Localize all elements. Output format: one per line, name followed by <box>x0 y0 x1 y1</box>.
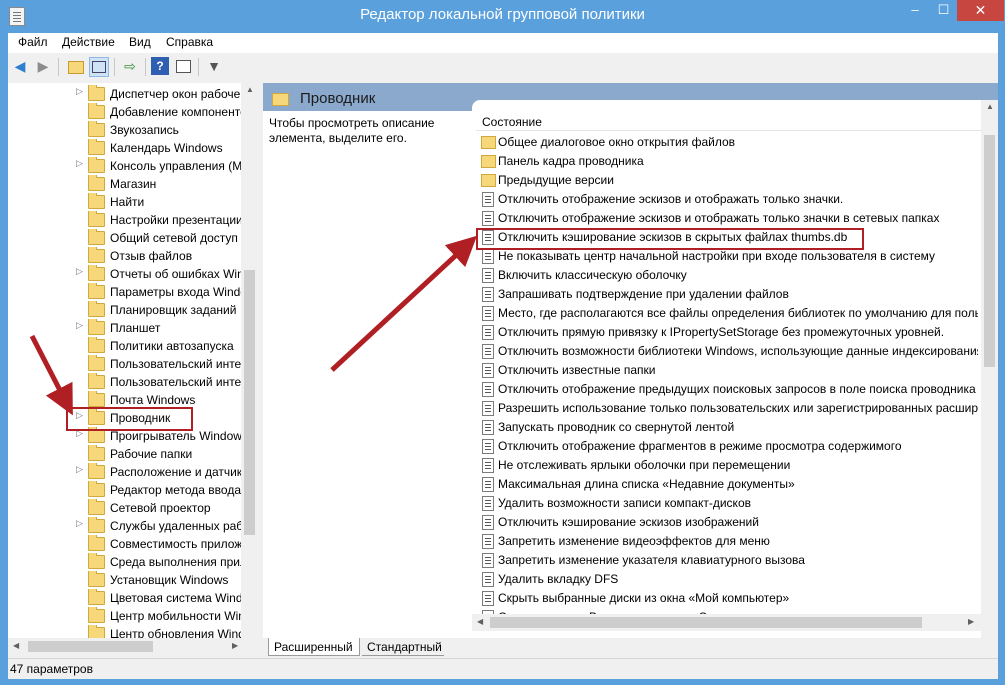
arrow-to-tree-item <box>29 334 73 416</box>
annotation-arrows <box>29 235 478 416</box>
arrow-to-list-item <box>330 235 478 372</box>
